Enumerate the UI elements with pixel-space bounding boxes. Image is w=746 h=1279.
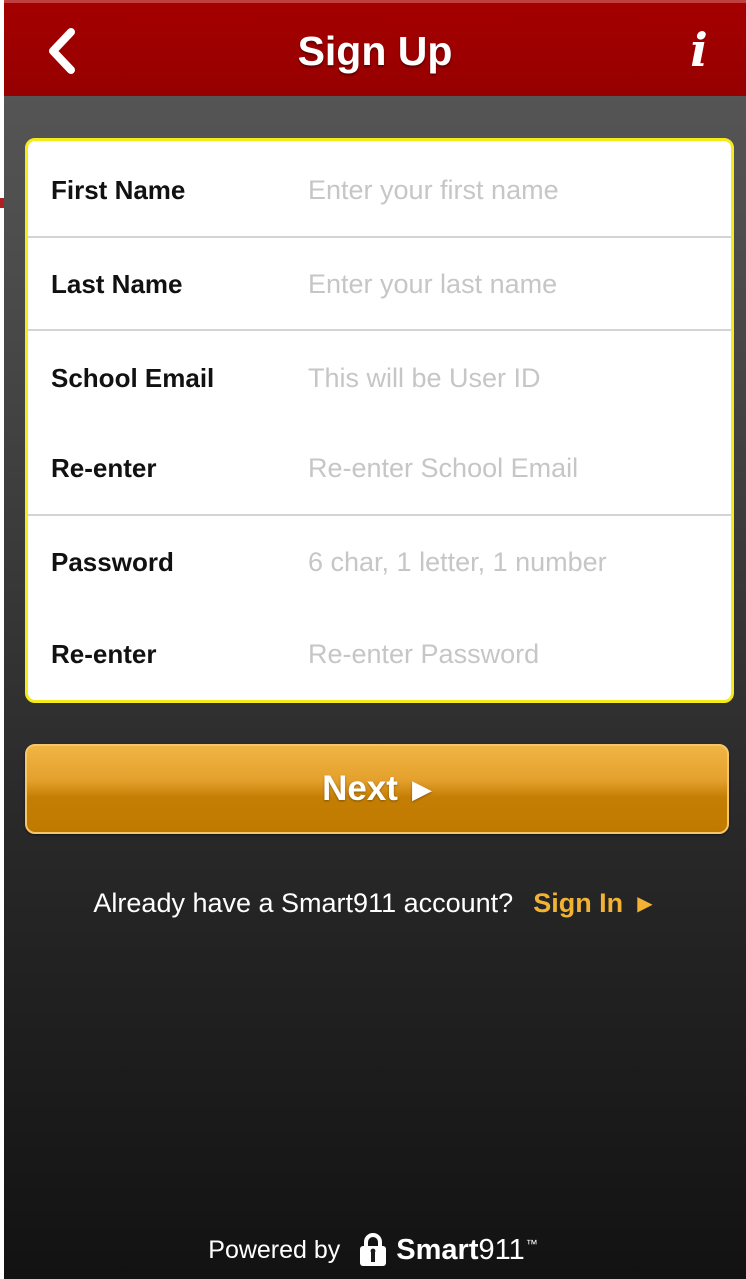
reenter-email-row: Re-enter bbox=[28, 423, 731, 513]
school-email-input[interactable] bbox=[308, 348, 721, 408]
info-button[interactable]: i bbox=[674, 17, 724, 83]
first-name-row: First Name bbox=[28, 145, 731, 235]
password-row: Password bbox=[28, 517, 731, 607]
first-name-label: First Name bbox=[51, 174, 186, 205]
divider bbox=[28, 514, 731, 516]
reenter-password-label: Re-enter bbox=[51, 638, 157, 669]
play-arrow-icon: ▶ bbox=[411, 773, 432, 804]
reenter-password-input[interactable] bbox=[308, 624, 721, 684]
next-button-label: Next bbox=[322, 769, 398, 808]
signin-prompt: Already have a Smart911 account? bbox=[93, 887, 514, 918]
next-button[interactable]: Next ▶ bbox=[25, 744, 729, 834]
lock-icon bbox=[360, 1233, 387, 1266]
password-input[interactable] bbox=[308, 532, 721, 592]
left-edge-mark bbox=[0, 198, 4, 208]
signin-link-label: Sign In bbox=[533, 887, 624, 918]
play-arrow-icon: ▶ bbox=[637, 892, 653, 915]
divider bbox=[28, 236, 731, 238]
footer: Powered by Smart 911 ™ bbox=[0, 1226, 746, 1274]
powered-by-label: Powered by bbox=[208, 1235, 341, 1264]
brand-name-bold: Smart bbox=[396, 1233, 479, 1266]
page-title: Sign Up bbox=[297, 27, 453, 74]
signup-form: First Name Last Name School Email Re-ent… bbox=[25, 138, 734, 703]
chevron-left-icon bbox=[49, 28, 75, 74]
last-name-label: Last Name bbox=[51, 268, 183, 299]
info-icon: i bbox=[690, 23, 708, 77]
last-name-input[interactable] bbox=[308, 254, 721, 314]
first-name-input[interactable] bbox=[308, 160, 721, 220]
header-bar: Sign Up i bbox=[4, 0, 746, 96]
reenter-email-label: Re-enter bbox=[51, 452, 157, 483]
last-name-row: Last Name bbox=[28, 239, 731, 329]
back-button[interactable] bbox=[34, 21, 90, 81]
reenter-email-input[interactable] bbox=[308, 438, 721, 498]
left-edge-strip bbox=[0, 0, 4, 1279]
password-label: Password bbox=[51, 546, 174, 577]
signin-row: Already have a Smart911 account? Sign In… bbox=[0, 880, 746, 926]
school-email-label: School Email bbox=[51, 362, 215, 393]
brand-name-light: 911 bbox=[478, 1233, 525, 1266]
trademark-mark: ™ bbox=[525, 1237, 538, 1251]
signin-link[interactable]: Sign In ▶ bbox=[533, 888, 652, 919]
reenter-password-row: Re-enter bbox=[28, 609, 731, 699]
school-email-row: School Email bbox=[28, 333, 731, 423]
divider bbox=[28, 329, 731, 331]
